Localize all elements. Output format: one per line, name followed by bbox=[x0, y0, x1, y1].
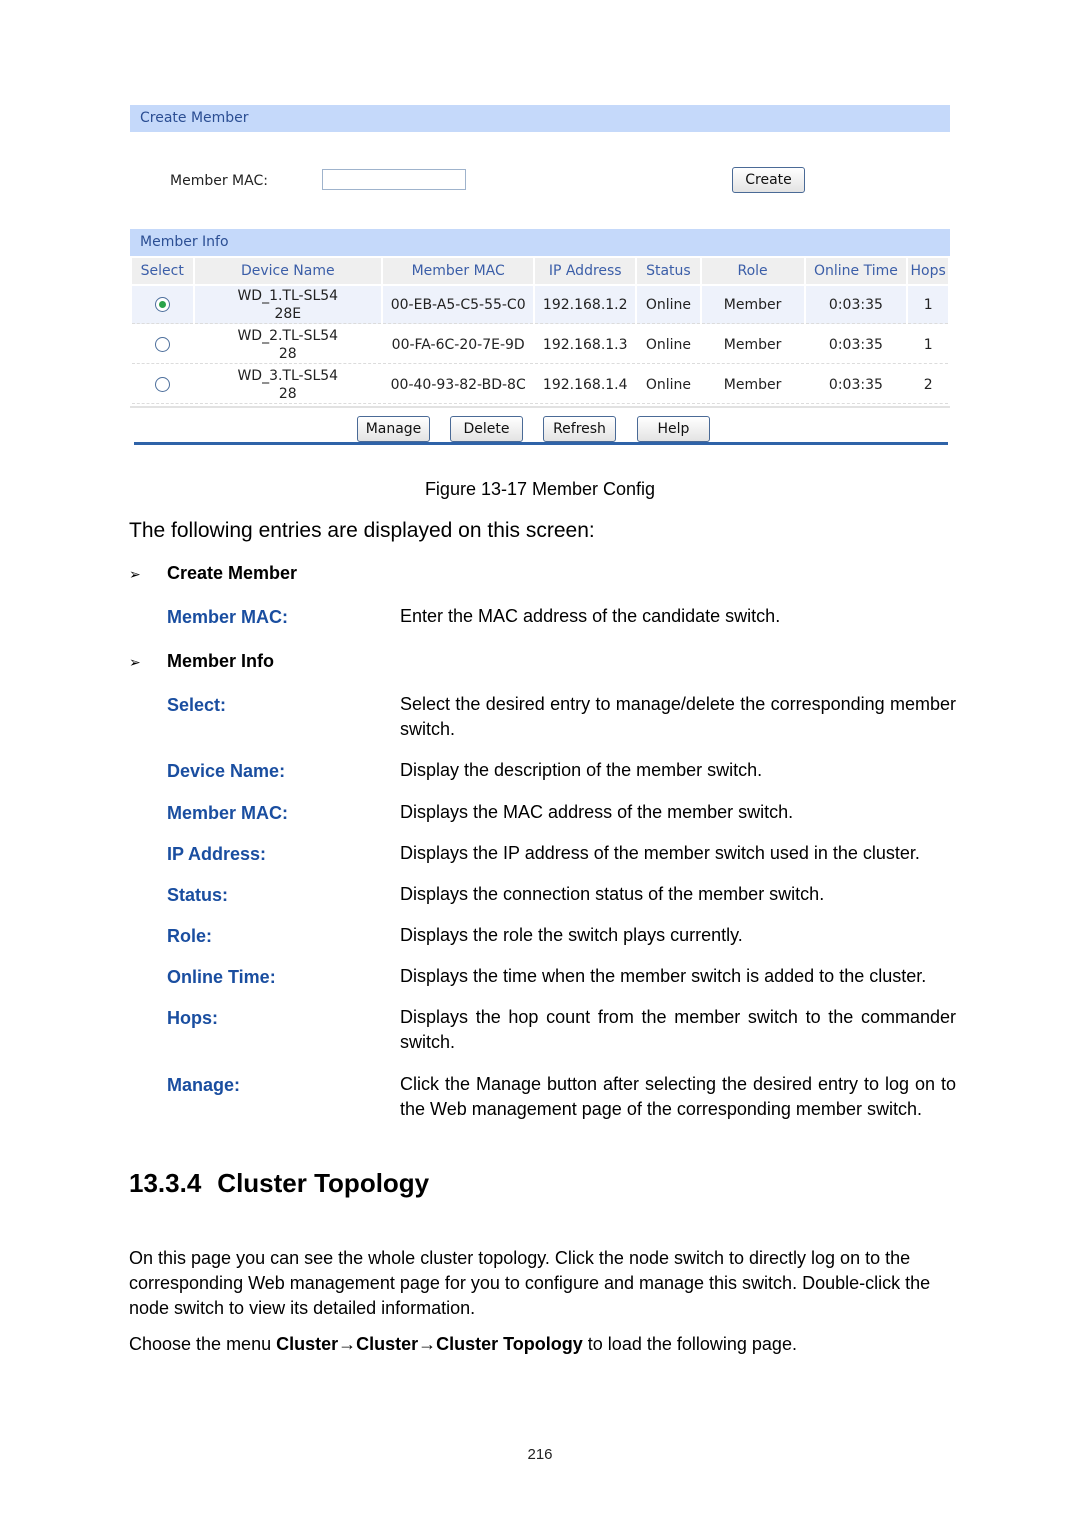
table-row[interactable]: WD_3.TL-SL54 28 00-40-93-82-BD-8C 192.168… bbox=[132, 366, 948, 404]
select-cell bbox=[132, 326, 193, 364]
member-mac-label: Member MAC: bbox=[170, 173, 268, 189]
term-status: Status: bbox=[167, 885, 229, 905]
bullet-arrow-icon: ➢ bbox=[129, 654, 141, 670]
member-info-header: Member Info bbox=[130, 229, 950, 256]
device-name-line1: WD_2.TL-SL54 bbox=[237, 327, 339, 344]
member-config-screenshot: Create Member Member MAC: Create Member … bbox=[130, 105, 950, 456]
radio-unselected-icon[interactable] bbox=[154, 337, 170, 352]
member-mac-cell: 00-EB-A5-C5-55-C0 bbox=[383, 286, 534, 324]
online-time-cell: 0:03:35 bbox=[805, 326, 907, 364]
menu-prefix: Choose the menu bbox=[129, 1334, 277, 1354]
term-member-mac: Member MAC: bbox=[167, 607, 289, 627]
status-cell: Online bbox=[637, 326, 700, 364]
role-cell: Member bbox=[701, 286, 804, 324]
desc-ip-address: Displays the IP address of the member sw… bbox=[400, 843, 920, 863]
device-name-line2: 28 bbox=[278, 345, 297, 362]
column-header-hops: Hops bbox=[908, 258, 948, 284]
create-member-heading: ➢ Create Member bbox=[129, 563, 297, 584]
term-role: Role: bbox=[167, 926, 212, 946]
bullet-arrow-icon: ➢ bbox=[129, 566, 141, 582]
column-header-select: Select bbox=[132, 258, 193, 284]
ip-address-cell: 192.168.1.4 bbox=[535, 366, 636, 404]
desc-online-time: Displays the time when the member switch… bbox=[400, 966, 927, 986]
online-time-cell: 0:03:35 bbox=[805, 366, 907, 404]
online-time-cell: 0:03:35 bbox=[805, 286, 907, 324]
term-device-name: Device Name: bbox=[167, 761, 286, 781]
table-row[interactable]: WD_2.TL-SL54 28 00-FA-6C-20-7E-9D 192.168… bbox=[132, 326, 948, 364]
table-header-row: Select Device Name Member MAC IP Address… bbox=[132, 258, 948, 284]
intro-text: The following entries are displayed on t… bbox=[129, 519, 595, 542]
column-header-ip-address: IP Address bbox=[535, 258, 636, 284]
member-mac-input[interactable] bbox=[322, 169, 466, 190]
manage-button[interactable]: Manage bbox=[357, 416, 430, 442]
ip-address-cell: 192.168.1.2 bbox=[535, 286, 636, 324]
device-name-line2: 28 bbox=[278, 385, 297, 402]
term-hops: Hops: bbox=[167, 1008, 218, 1028]
member-mac-cell: 00-40-93-82-BD-8C bbox=[383, 366, 534, 404]
column-header-online-time: Online Time bbox=[805, 258, 907, 284]
ip-address-cell: 192.168.1.3 bbox=[535, 326, 636, 364]
radio-unselected-icon[interactable] bbox=[154, 377, 170, 392]
help-button[interactable]: Help bbox=[637, 416, 710, 442]
device-name-cell: WD_2.TL-SL54 28 bbox=[194, 326, 382, 364]
status-cell: Online bbox=[637, 286, 700, 324]
desc-status: Displays the connection status of the me… bbox=[400, 884, 825, 904]
select-cell bbox=[132, 286, 193, 324]
device-name-line1: WD_1.TL-SL54 bbox=[237, 287, 339, 304]
action-buttons: Manage Delete Refresh Help bbox=[130, 416, 950, 456]
term-online-time: Online Time: bbox=[167, 967, 276, 987]
term-manage: Manage: bbox=[167, 1075, 241, 1095]
figure-divider bbox=[134, 442, 948, 445]
device-name-cell: WD_3.TL-SL54 28 bbox=[194, 366, 382, 404]
refresh-button[interactable]: Refresh bbox=[543, 416, 616, 442]
heading-text: Create Member bbox=[167, 563, 298, 583]
desc-member-mac: Enter the MAC address of the candidate s… bbox=[400, 606, 781, 626]
column-header-status: Status bbox=[637, 258, 700, 284]
delete-button[interactable]: Delete bbox=[450, 416, 523, 442]
create-member-form: Member MAC: Create bbox=[130, 132, 950, 202]
heading-text: Member Info bbox=[167, 651, 275, 671]
hops-cell: 2 bbox=[908, 366, 948, 404]
section-number: 13.3.4 bbox=[129, 1168, 202, 1198]
desc-select: Select the desired entry to manage/delet… bbox=[400, 694, 956, 739]
column-header-device-name: Device Name bbox=[194, 258, 382, 284]
device-name-line1: WD_3.TL-SL54 bbox=[237, 367, 339, 384]
member-info-table: Select Device Name Member MAC IP Address… bbox=[130, 256, 950, 408]
column-header-member-mac: Member MAC bbox=[383, 258, 534, 284]
column-header-role: Role bbox=[701, 258, 804, 284]
section-heading: 13.3.4 Cluster Topology bbox=[129, 1168, 429, 1199]
device-name-cell: WD_1.TL-SL54 28E bbox=[194, 286, 382, 324]
menu-suffix: to load the following page. bbox=[582, 1334, 797, 1354]
member-info-heading: ➢ Member Info bbox=[129, 651, 274, 672]
select-cell bbox=[132, 366, 193, 404]
term-member-mac-info: Member MAC: bbox=[167, 803, 289, 823]
role-cell: Member bbox=[701, 326, 804, 364]
create-member-header: Create Member bbox=[130, 105, 950, 132]
member-mac-cell: 00-FA-6C-20-7E-9D bbox=[383, 326, 534, 364]
menu-sentence: Choose the menu Cluster→Cluster→Cluster … bbox=[129, 1332, 953, 1357]
menu-path: Cluster→Cluster→Cluster Topology bbox=[276, 1334, 583, 1354]
device-name-line2: 28E bbox=[274, 305, 302, 322]
desc-device-name: Display the description of the member sw… bbox=[400, 760, 763, 780]
desc-member-mac-info: Displays the MAC address of the member s… bbox=[400, 802, 794, 822]
create-button[interactable]: Create bbox=[732, 167, 805, 193]
radio-selected-icon[interactable] bbox=[154, 297, 170, 312]
hops-cell: 1 bbox=[908, 326, 948, 364]
desc-manage: Click the Manage button after selecting … bbox=[400, 1074, 956, 1119]
section-title: Cluster Topology bbox=[217, 1168, 430, 1198]
hops-cell: 1 bbox=[908, 286, 948, 324]
page-number: 216 bbox=[527, 1446, 553, 1463]
desc-role: Displays the role the switch plays curre… bbox=[400, 925, 743, 945]
term-select: Select: bbox=[167, 695, 227, 715]
term-ip-address: IP Address: bbox=[167, 844, 267, 864]
topology-paragraph: On this page you can see the whole clust… bbox=[129, 1248, 931, 1318]
table-row[interactable]: WD_1.TL-SL54 28E 00-EB-A5-C5-55-C0 192.16… bbox=[132, 286, 948, 324]
figure-caption: Figure 13-17 Member Config bbox=[424, 479, 656, 499]
desc-hops: Displays the hop count from the member s… bbox=[400, 1007, 956, 1052]
role-cell: Member bbox=[701, 366, 804, 404]
status-cell: Online bbox=[637, 366, 700, 404]
